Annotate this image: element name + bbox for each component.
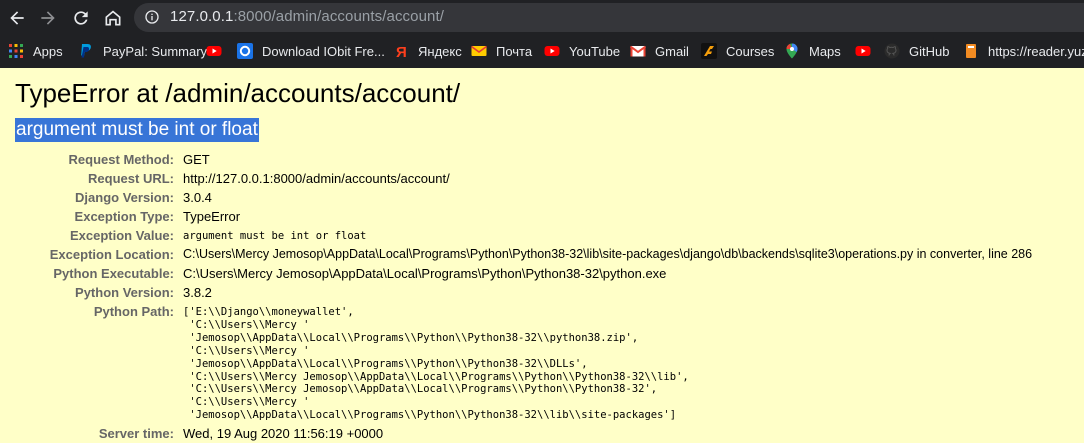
meta-label: Request Method: bbox=[68, 152, 174, 167]
bookmark-icon bbox=[963, 43, 979, 59]
bookmark-label: Gmail bbox=[655, 43, 689, 59]
bookmark-label: Яндекс bbox=[418, 43, 462, 59]
meta-value: C:\Users\Mercy Jemosop\AppData\Local\Pro… bbox=[183, 266, 667, 281]
gmail-icon bbox=[629, 43, 647, 59]
url-text[interactable]: 127.0.0.1:8000/admin/accounts/account/ bbox=[170, 8, 444, 25]
url-host: 127.0.0.1 bbox=[170, 8, 234, 25]
meta-value: TypeError bbox=[183, 209, 241, 224]
mail-icon bbox=[471, 43, 487, 59]
bookmark-paypal[interactable]: PayPal: Summary bbox=[78, 41, 207, 61]
arrow-right-icon bbox=[41, 11, 55, 25]
reload-button[interactable] bbox=[69, 6, 93, 30]
bookmarks-bar: Apps PayPal: Summary Download IObit Fre.… bbox=[0, 35, 1084, 68]
meta-label: Server time: bbox=[98, 426, 174, 441]
url-path: :8000/admin/accounts/account/ bbox=[233, 8, 445, 25]
bookmark-maps[interactable]: Maps bbox=[784, 41, 841, 61]
bookmark-iobit[interactable]: Download IObit Fre... bbox=[237, 41, 385, 61]
paypal-icon bbox=[78, 43, 94, 59]
meta-value: C:\Users\Mercy Jemosop\AppData\Local\Pro… bbox=[183, 247, 1033, 261]
bookmark-github[interactable]: GitHub bbox=[884, 41, 949, 61]
bookmark-youtube-2[interactable]: YouTube bbox=[544, 41, 620, 61]
meta-label: Exception Value: bbox=[69, 228, 174, 243]
reload-icon bbox=[74, 11, 88, 25]
meta-label: Exception Type: bbox=[74, 209, 174, 224]
meta-value: http://127.0.0.1:8000/admin/accounts/acc… bbox=[183, 171, 450, 186]
svg-text:Я: Я bbox=[396, 44, 407, 59]
meta-label: Exception Location: bbox=[49, 247, 174, 262]
apps-grid-icon bbox=[8, 43, 24, 59]
bookmark-courses[interactable]: Courses bbox=[701, 41, 774, 61]
address-bar[interactable]: 127.0.0.1:8000/admin/accounts/account/ bbox=[134, 3, 1084, 32]
courses-icon bbox=[701, 43, 717, 59]
meta-label: Python Version: bbox=[75, 285, 174, 300]
bookmark-apps[interactable]: Apps bbox=[8, 41, 63, 61]
bookmark-label: Maps bbox=[809, 43, 841, 59]
iobit-icon bbox=[237, 43, 253, 59]
bookmark-label: YouTube bbox=[569, 43, 621, 59]
bookmark-label: Apps bbox=[33, 43, 63, 59]
error-page: TypeError at /admin/accounts/account/ ar… bbox=[0, 68, 1084, 443]
info-icon[interactable] bbox=[144, 9, 160, 25]
home-button[interactable] bbox=[101, 6, 125, 30]
meta-label: Django Version: bbox=[75, 190, 174, 205]
python-path-list: ['E:\\Django\\moneywallet', 'C:\\Users\\… bbox=[183, 306, 689, 422]
error-message-selected: argument must be int or float bbox=[15, 118, 259, 142]
back-button[interactable] bbox=[5, 6, 29, 30]
bookmark-yandex[interactable]: Я Яндекс bbox=[393, 41, 462, 62]
yandex-icon: Я bbox=[393, 43, 409, 61]
youtube-icon bbox=[855, 43, 871, 59]
meta-value: argument must be int or float bbox=[183, 230, 367, 242]
bookmark-youtube-3[interactable] bbox=[855, 41, 880, 61]
arrow-left-icon bbox=[10, 11, 24, 25]
browser-toolbar: 127.0.0.1:8000/admin/accounts/account/ bbox=[0, 0, 1084, 35]
meta-value: Wed, 19 Aug 2020 11:56:19 +0000 bbox=[183, 426, 384, 441]
bookmark-label: Почта bbox=[496, 43, 533, 59]
bookmark-label: https://reader.yuzu... bbox=[988, 43, 1084, 59]
maps-pin-icon bbox=[784, 43, 800, 59]
bookmark-pochta[interactable]: Почта bbox=[471, 41, 532, 61]
meta-label: Request URL: bbox=[88, 171, 174, 186]
bookmark-label: Courses bbox=[726, 43, 775, 59]
bookmark-youtube-1[interactable] bbox=[206, 41, 231, 61]
youtube-icon bbox=[206, 43, 222, 59]
meta-label: Python Path: bbox=[93, 304, 174, 319]
meta-value: 3.8.2 bbox=[183, 285, 212, 300]
home-icon bbox=[105, 10, 121, 26]
bookmark-gmail[interactable]: Gmail bbox=[629, 41, 689, 61]
bookmark-label: GitHub bbox=[909, 43, 950, 59]
meta-label: Python Executable: bbox=[53, 266, 174, 281]
meta-value: GET bbox=[183, 152, 210, 167]
browser-chrome: 127.0.0.1:8000/admin/accounts/account/ A… bbox=[0, 0, 1084, 68]
github-icon bbox=[884, 43, 900, 59]
bookmark-label: Download IObit Fre... bbox=[262, 43, 385, 59]
bookmark-reader-yuzu[interactable]: https://reader.yuzu... bbox=[963, 41, 1084, 61]
youtube-icon bbox=[544, 43, 560, 59]
error-title: TypeError at /admin/accounts/account/ bbox=[15, 78, 461, 108]
bookmark-label: PayPal: Summary bbox=[103, 43, 208, 59]
meta-value: 3.0.4 bbox=[183, 190, 212, 205]
forward-button[interactable] bbox=[36, 6, 60, 30]
